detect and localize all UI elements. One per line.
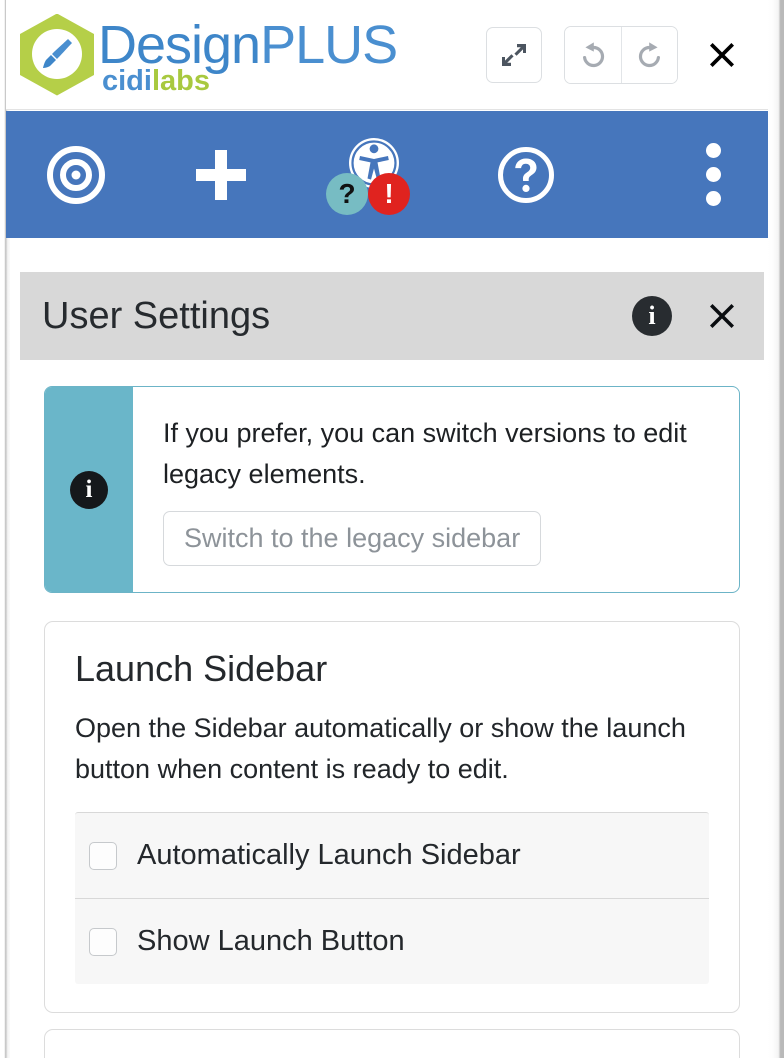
question-badge-glyph: ?	[338, 177, 356, 209]
toolbar-help-button[interactable]	[448, 111, 604, 238]
undo-arrow-icon	[583, 41, 605, 67]
target-icon	[47, 145, 105, 204]
user-settings-panel: User Settings i i If you prefer, you can…	[20, 272, 764, 1058]
page-title: User Settings	[42, 294, 271, 337]
undo-redo-group	[564, 25, 678, 84]
brand-header: DesignPLUS cidilabs	[6, 0, 768, 110]
next-settings-card	[44, 1029, 740, 1058]
alert-accent-bar: i	[45, 387, 133, 592]
designplus-wordmark: DesignPLUS cidilabs	[98, 14, 398, 96]
redo-button[interactable]	[621, 26, 677, 83]
accessibility-question-badge[interactable]: ?	[326, 172, 368, 215]
info-glyph: i	[648, 301, 656, 330]
toolbar-accessibility-button[interactable]: ? !	[296, 111, 448, 238]
panel-header-actions: i	[632, 296, 742, 336]
checkbox-show-launch-button[interactable]	[89, 927, 117, 956]
undo-button[interactable]	[565, 26, 621, 83]
vertical-dots-icon	[705, 143, 721, 206]
brand-sub-labs: labs	[151, 64, 210, 97]
launch-sidebar-card: Launch Sidebar Open the Sidebar automati…	[44, 621, 740, 1013]
designplus-sidebar-app: DesignPLUS cidilabs ? ! User Settings i …	[0, 0, 784, 1058]
user-settings-body: i If you prefer, you can switch versions…	[20, 360, 764, 1058]
toolbar-add-button[interactable]	[146, 111, 296, 238]
panel-close-button[interactable]	[702, 296, 742, 336]
user-settings-header: User Settings i	[20, 272, 764, 360]
launch-sidebar-options: Automatically Launch Sidebar Show Launch…	[75, 812, 709, 984]
alert-info-icon: i	[70, 470, 108, 509]
brand-sub-cidi: cidi	[102, 64, 152, 97]
alert-badge-glyph: !	[384, 177, 394, 209]
legacy-version-alert: i If you prefer, you can switch versions…	[44, 386, 740, 593]
question-mark-icon	[498, 146, 554, 203]
plus-icon	[196, 149, 246, 200]
switch-to-legacy-sidebar-button[interactable]: Switch to the legacy sidebar	[163, 511, 542, 566]
expand-arrows-icon	[502, 43, 526, 66]
expand-button[interactable]	[486, 26, 542, 83]
main-toolbar: ? !	[6, 111, 768, 238]
close-window-button[interactable]	[700, 33, 744, 77]
option-label: Show Launch Button	[137, 925, 405, 957]
launch-sidebar-title: Launch Sidebar	[75, 648, 328, 689]
toolbar-target-button[interactable]	[6, 111, 146, 238]
alert-info-glyph: i	[85, 475, 93, 503]
toolbar-more-options-button[interactable]	[658, 111, 768, 238]
paintbrush-hexagon-logo-icon	[20, 13, 94, 96]
option-label: Automatically Launch Sidebar	[137, 839, 521, 871]
alert-content: If you prefer, you can switch versions t…	[133, 387, 739, 592]
checkbox-automatically-launch-sidebar[interactable]	[89, 841, 117, 870]
alert-message: If you prefer, you can switch versions t…	[163, 418, 687, 489]
right-scrollbar-rail[interactable]	[768, 0, 784, 1058]
launch-sidebar-description: Open the Sidebar automatically or show t…	[75, 713, 686, 784]
header-actions	[486, 25, 768, 84]
option-row-automatically-launch-sidebar[interactable]: Automatically Launch Sidebar	[75, 813, 709, 898]
redo-arrow-icon	[638, 41, 660, 67]
brand-name-plus: PLUS	[260, 14, 398, 75]
accessibility-alert-badge[interactable]: !	[368, 172, 410, 215]
option-row-show-launch-button[interactable]: Show Launch Button	[75, 898, 709, 984]
panel-info-icon[interactable]: i	[632, 296, 672, 336]
designplus-logo: DesignPLUS cidilabs	[20, 13, 398, 96]
close-x-icon	[710, 304, 734, 328]
close-x-icon	[710, 42, 734, 67]
